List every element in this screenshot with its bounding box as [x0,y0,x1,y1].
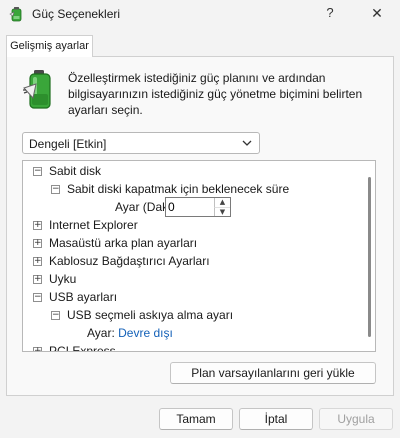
expand-icon[interactable]: + [33,221,42,230]
cancel-button[interactable]: İptal [239,408,313,430]
usb-setting-row: Ayar: Devre dışı [87,324,173,342]
tab-advanced-settings[interactable]: Gelişmiş ayarlar [6,35,93,57]
help-button[interactable]: ? [318,3,342,23]
minutes-spinbox[interactable]: ▲ ▼ [165,197,231,217]
close-button[interactable]: ✕ [364,3,390,23]
tree-item-label: USB ayarları [49,290,118,304]
minutes-input[interactable] [168,199,212,215]
usb-setting-value-link[interactable]: Devre dışı [118,326,173,340]
ok-button[interactable]: Tamam [159,408,233,430]
tree-item-label: Uyku [49,272,77,286]
settings-tree[interactable]: − Sabit disk − Sabit diski kapatmak için… [22,160,376,352]
title-bar: Güç Seçenekleri ? ✕ [0,0,400,28]
spin-up-icon[interactable]: ▲ [214,198,230,207]
expand-icon[interactable]: + [33,239,42,248]
collapse-icon[interactable]: − [33,167,42,176]
tree-item-label: Masaüstü arka plan ayarları [49,236,198,250]
power-options-icon [9,7,22,22]
apply-button[interactable]: Uygula [319,408,393,430]
collapse-icon[interactable]: − [51,185,60,194]
collapse-icon[interactable]: − [51,311,60,320]
tree-item-label: USB seçmeli askıya alma ayarı [67,308,234,322]
usb-setting-label: Ayar: [87,326,115,340]
tree-item-label: Internet Explorer [49,218,138,232]
window-title: Güç Seçenekleri [32,7,121,21]
expand-icon[interactable]: + [33,257,42,266]
battery-plug-icon [23,70,51,109]
tree-item-label: Kablosuz Bağdaştırıcı Ayarları [49,254,210,268]
restore-defaults-button[interactable]: Plan varsayılanlarını geri yükle [170,362,376,384]
tree-item-label: Sabit disk [49,164,102,178]
expand-icon[interactable]: + [33,347,42,351]
spin-down-icon[interactable]: ▼ [214,207,230,216]
expand-icon[interactable]: + [33,275,42,284]
chevron-down-icon [242,140,252,146]
description-text: Özelleştirmek istediğiniz güç planını ve… [68,71,363,117]
vertical-scrollbar[interactable] [363,161,375,351]
scrollbar-thumb[interactable] [368,177,371,337]
tree-item-label: PCI Express [49,344,116,352]
power-plan-dropdown[interactable]: Dengeli [Etkin] [22,132,260,154]
power-plan-value: Dengeli [Etkin] [29,137,107,151]
collapse-icon[interactable]: − [33,293,42,302]
tree-item-label: Sabit diski kapatmak için beklenecek sür… [67,182,290,196]
